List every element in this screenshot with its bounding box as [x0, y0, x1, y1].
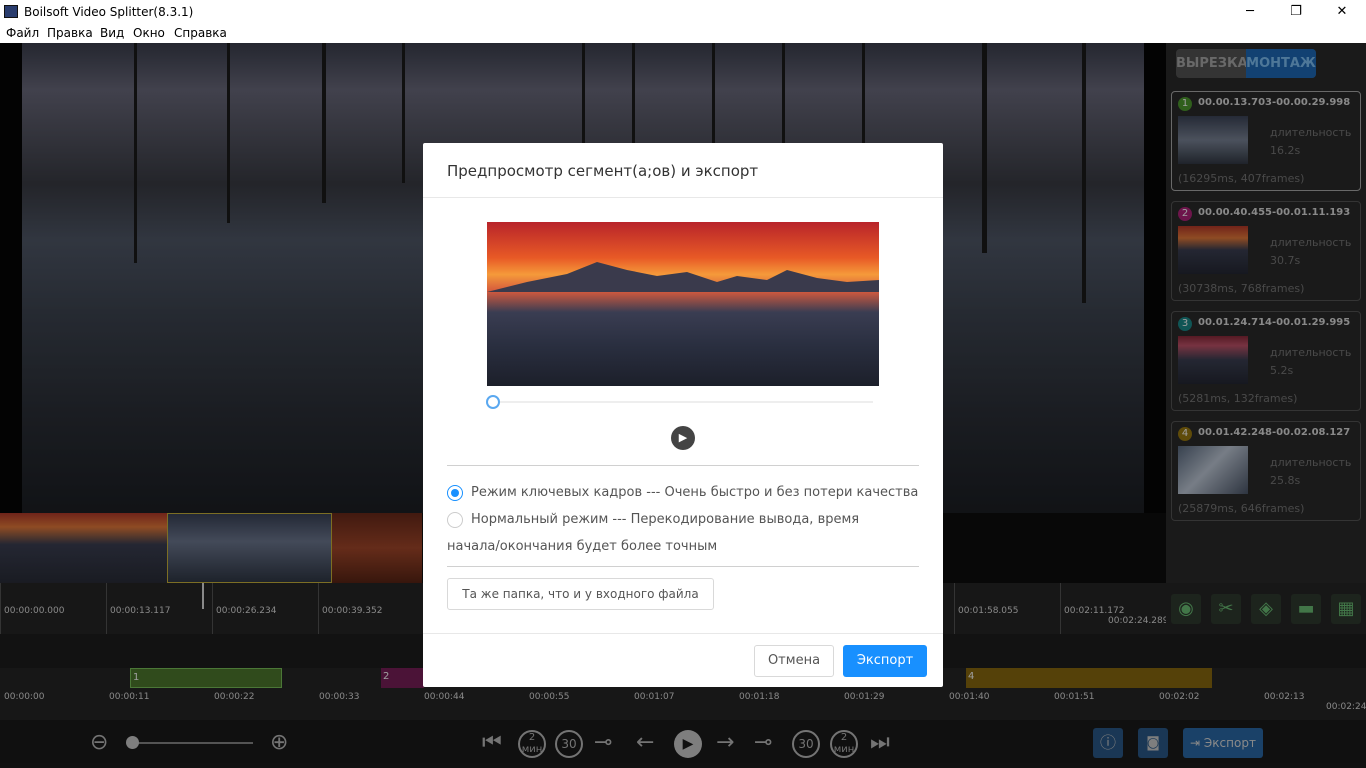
keyframe-mode-radio[interactable] — [447, 485, 463, 501]
minimize-button[interactable]: ─ — [1227, 0, 1273, 24]
close-button[interactable]: ✕ — [1319, 0, 1365, 24]
menu-view[interactable]: Вид — [100, 26, 124, 40]
divider — [423, 197, 943, 198]
menu-edit[interactable]: Правка — [47, 26, 93, 40]
maximize-button[interactable]: ❐ — [1273, 0, 1319, 24]
window-title: Boilsoft Video Splitter(8.3.1) — [24, 5, 194, 19]
menu-window[interactable]: Окно — [133, 26, 165, 40]
title-bar: Boilsoft Video Splitter(8.3.1) ─ ❐ ✕ — [0, 0, 1366, 24]
normal-mode-radio[interactable] — [447, 512, 463, 528]
export-dialog: Предпросмотр сегмент(а;ов) и экспорт ▶ Р… — [423, 143, 943, 687]
preview-play-button[interactable]: ▶ — [671, 426, 695, 450]
keyframe-mode-label[interactable]: Режим ключевых кадров --- Очень быстро и… — [471, 485, 918, 500]
normal-mode-label-cont: начала/окончания будет более точным — [447, 539, 718, 554]
output-folder-button[interactable]: Та же папка, что и у входного файла — [447, 578, 714, 610]
menu-bar: Файл Правка Вид Окно Справка — [0, 24, 1366, 43]
app-icon — [4, 5, 18, 18]
mountain-silhouette — [487, 262, 879, 292]
cancel-button[interactable]: Отмена — [754, 645, 834, 677]
preview-video[interactable] — [487, 222, 879, 386]
export-button[interactable]: Экспорт — [843, 645, 927, 677]
normal-mode-label[interactable]: Нормальный режим --- Перекодирование выв… — [471, 512, 859, 527]
dialog-title: Предпросмотр сегмент(а;ов) и экспорт — [447, 162, 759, 180]
preview-seek-knob[interactable] — [486, 395, 500, 409]
menu-help[interactable]: Справка — [174, 26, 227, 40]
menu-file[interactable]: Файл — [6, 26, 39, 40]
preview-seek-bar[interactable] — [493, 401, 873, 403]
divider — [447, 465, 919, 466]
divider — [447, 566, 919, 567]
divider — [423, 633, 943, 634]
